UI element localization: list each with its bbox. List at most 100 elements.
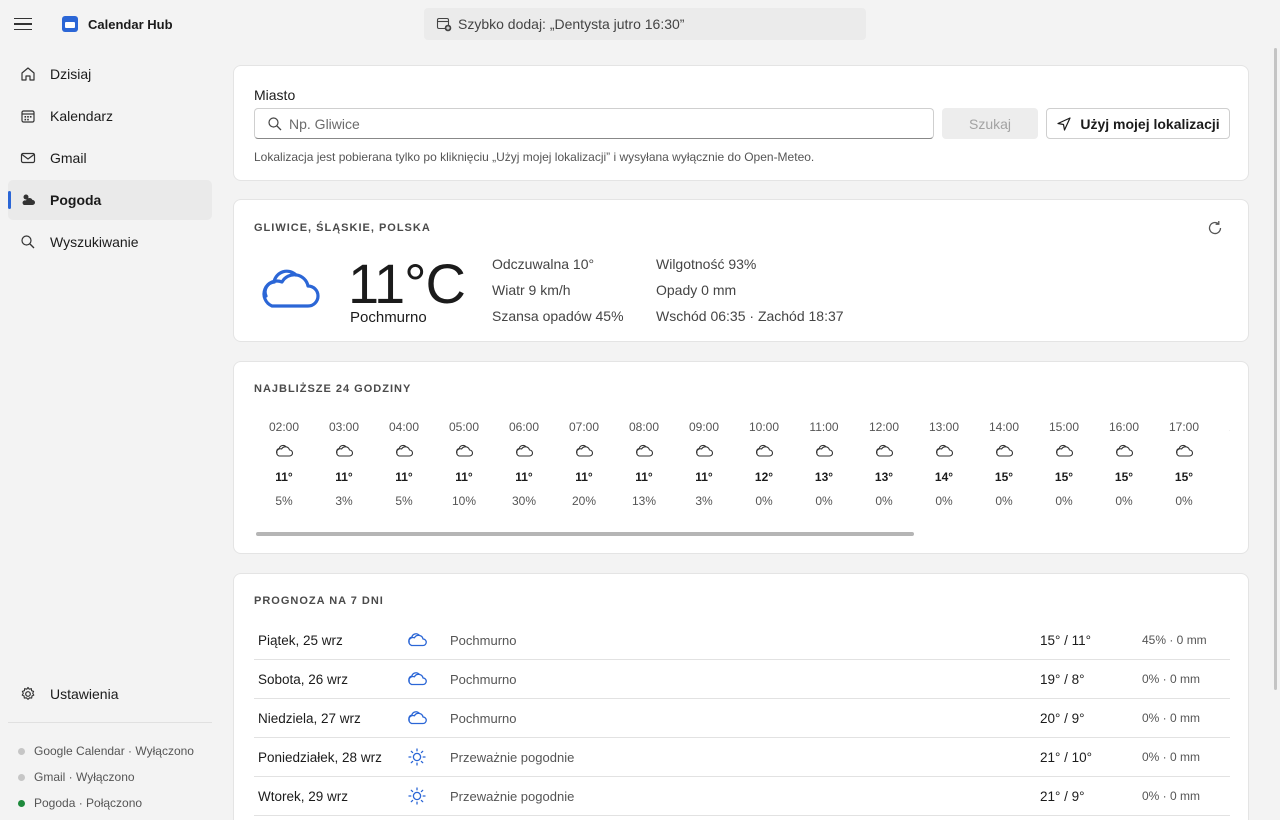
location-hint: Lokalizacja jest pobierana tylko po klik… [254, 150, 815, 164]
hour-time: 09:00 [688, 420, 720, 434]
sidebar: Calendar Hub Dzisiaj Kalendarz Gmail Pog… [0, 0, 220, 820]
hour-precip-chance: 0% [1175, 494, 1193, 508]
wind: Wiatr 9 km/h [492, 282, 571, 298]
cloud-icon [914, 438, 974, 464]
cloud-icon [254, 438, 314, 464]
gear-icon [20, 686, 36, 702]
status-pogoda: Pogoda · Połączono [18, 790, 194, 816]
refresh-icon[interactable] [1206, 219, 1224, 237]
hour-precip-chance: 0% [935, 494, 953, 508]
hour-precip-chance: 5% [275, 494, 293, 508]
search-button[interactable]: Szukaj [942, 108, 1038, 139]
day-condition: Pochmurno [450, 671, 517, 687]
daily-row: Piątek, 25 wrz Pochmurno 15° / 11° 45% · 0 … [254, 621, 1230, 660]
calendar-add-icon [436, 17, 452, 32]
nav-item-gmail[interactable]: Gmail [8, 138, 212, 178]
hour-temperature: 13° [814, 470, 834, 484]
cloud-icon [374, 438, 434, 464]
sunrise-sunset: Wschód 06:35 · Zachód 18:37 [656, 308, 844, 324]
hour-time: 14:00 [988, 420, 1020, 434]
hour-temperature: 15° [1114, 470, 1134, 484]
nav-item-kalendarz[interactable]: Kalendarz [8, 96, 212, 136]
cloud-icon [854, 438, 914, 464]
day-precipitation: 0% · 0 mm [1142, 711, 1201, 725]
hour-column: 18:00 [1214, 420, 1230, 520]
humidity: Wilgotność 93% [656, 256, 757, 272]
day-temperatures: 15° / 11° [1040, 632, 1092, 648]
status-label: Pogoda · Połączono [34, 796, 143, 810]
nav-list: Dzisiaj Kalendarz Gmail Pogoda Wyszukiwa… [8, 54, 212, 264]
hour-column: 02:00 11° 5% [254, 420, 314, 520]
hourly-forecast-card: NAJBLIŻSZE 24 GODZINY 02:00 11° 5% 03:00 11°… [233, 361, 1249, 554]
hour-column: 11:00 13° 0% [794, 420, 854, 520]
day-condition: Przeważnie pogodnie [450, 749, 575, 765]
daily-row: Niedziela, 27 wrz Pochmurno 20° / 9° 0% · 0… [254, 699, 1230, 738]
hour-time: 15:00 [1048, 420, 1080, 434]
hour-column: 14:00 15° 0% [974, 420, 1034, 520]
hour-time: 11:00 [809, 420, 839, 434]
day-condition: Pochmurno [450, 632, 517, 648]
cloud-icon [1154, 438, 1214, 464]
window-scrollbar[interactable] [1274, 48, 1277, 690]
hour-time: 13:00 [928, 420, 960, 434]
use-location-button[interactable]: Użyj mojej lokalizacji [1046, 108, 1230, 139]
hour-time: 17:00 [1168, 420, 1200, 434]
cloud-icon [1034, 438, 1094, 464]
hour-temperature: 11° [455, 470, 473, 484]
hourly-scrollbar[interactable] [256, 532, 914, 536]
status-dot [18, 747, 25, 755]
city-search-box[interactable] [254, 108, 934, 139]
hour-time: 05:00 [448, 420, 480, 434]
app-logo-icon [62, 16, 78, 32]
nav-item-wyszukiwanie[interactable]: Wyszukiwanie [8, 222, 212, 262]
calendar-icon [20, 108, 36, 124]
current-condition: Pochmurno [350, 309, 427, 326]
city-search-input[interactable] [289, 115, 909, 132]
nav-item-pogoda[interactable]: Pogoda [8, 180, 212, 220]
cloud-icon [314, 438, 374, 464]
nav-item-label: Ustawienia [50, 686, 119, 702]
home-icon [20, 66, 36, 82]
cloud-icon [614, 438, 674, 464]
hour-precip-chance: 20% [571, 494, 597, 508]
city-search-card: Miasto Szukaj Użyj mojej lokalizacji Lok… [233, 65, 1249, 181]
hourly-strip[interactable]: 02:00 11° 5% 03:00 11° 3% 04:00 11° 5% 05:00 11° 10… [254, 420, 1230, 520]
hour-temperature: 15° [1174, 470, 1194, 484]
hour-precip-chance: 13% [631, 494, 657, 508]
day-name: Niedziela, 27 wrz [258, 710, 361, 726]
hour-column: 06:00 11° 30% [494, 420, 554, 520]
cloud-icon [734, 438, 794, 464]
cloud-icon [1094, 438, 1154, 464]
hour-time: 04:00 [388, 420, 420, 434]
hour-precip-chance: 5% [395, 494, 413, 508]
status-label: Gmail · Wyłączono [34, 770, 135, 784]
search-icon [268, 116, 282, 130]
details-column-2: Wilgotność 93% Opady 0 mm Wschód 06:35 ·… [656, 256, 844, 334]
cloud-icon [262, 269, 320, 308]
nav-item-ustawienia[interactable]: Ustawienia [8, 674, 212, 714]
hour-time: 02:00 [268, 420, 300, 434]
status-dot [18, 773, 25, 781]
city-label: Miasto [254, 87, 296, 103]
status-google-calendar: Google Calendar · Wyłączono [18, 738, 194, 764]
daily-row: Sobota, 26 wrz Pochmurno 19° / 8° 0% · 0 mm [254, 660, 1230, 699]
hour-column: 10:00 12° 0% [734, 420, 794, 520]
hour-time: 03:00 [328, 420, 360, 434]
hour-temperature: 11° [575, 470, 593, 484]
cloud-icon [494, 438, 554, 464]
day-name: Poniedziałek, 28 wrz [258, 749, 382, 765]
hour-precip-chance: 3% [695, 494, 713, 508]
nav-item-dzisiaj[interactable]: Dzisiaj [8, 54, 212, 94]
quick-add-input[interactable]: Szybko dodaj: „Dentysta jutro 16:30” [424, 8, 866, 40]
hour-column: 16:00 15° 0% [1094, 420, 1154, 520]
hour-time: 08:00 [628, 420, 660, 434]
hour-column: 15:00 15° 0% [1034, 420, 1094, 520]
daily-forecast-card: PROGNOZA NA 7 DNI Piątek, 25 wrz Pochmurn… [233, 573, 1249, 820]
hour-temperature: 13° [874, 470, 894, 484]
menu-icon[interactable] [14, 14, 34, 34]
cloud-icon [554, 438, 614, 464]
hour-temperature: 15° [1054, 470, 1074, 484]
cloud-icon [406, 709, 450, 727]
cloud-icon [406, 670, 450, 688]
daily-row: Poniedziałek, 28 wrz Przeważnie pogodnie 2… [254, 738, 1230, 777]
